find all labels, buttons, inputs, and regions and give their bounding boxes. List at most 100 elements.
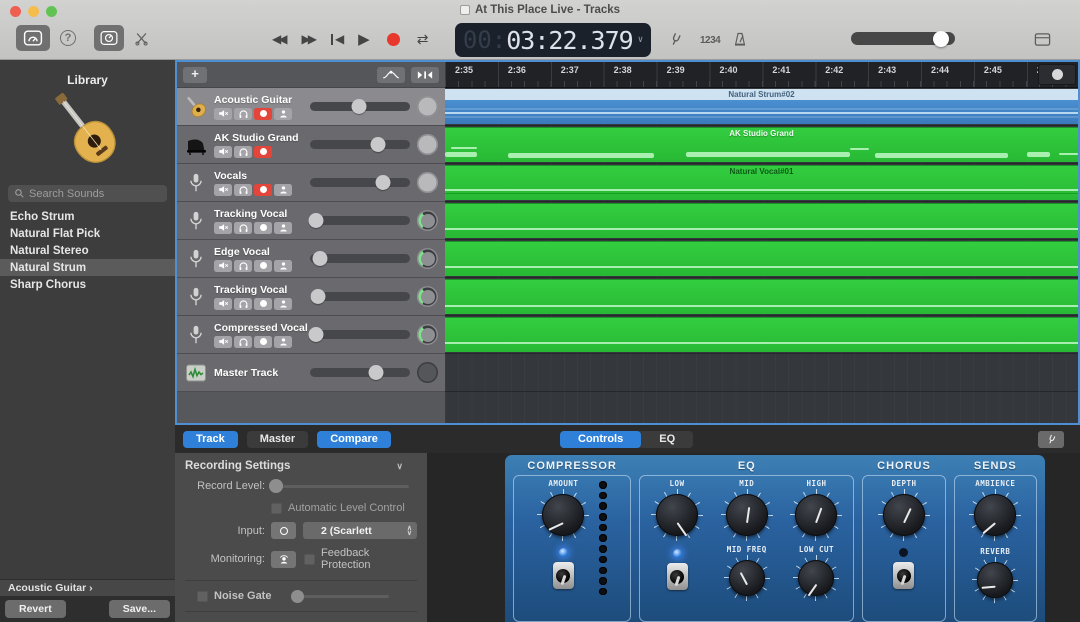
track-volume-slider[interactable] [310, 368, 410, 377]
add-track-button[interactable]: + [183, 67, 207, 83]
solo-button[interactable] [234, 108, 252, 120]
mute-button[interactable] [214, 336, 232, 348]
track-header-acoustic-guitar[interactable]: Acoustic Guitar [177, 88, 445, 126]
save-button[interactable]: Save... [109, 600, 170, 618]
input-monitoring-button[interactable] [274, 298, 292, 310]
volume-thumb[interactable] [311, 289, 326, 304]
metronome-button[interactable] [732, 31, 748, 48]
track-header-edge-vocal[interactable]: Edge Vocal [177, 240, 445, 278]
solo-button[interactable] [234, 146, 252, 158]
input-monitoring-button[interactable] [274, 336, 292, 348]
record-level-slider[interactable] [271, 485, 409, 488]
eq-toggle[interactable] [667, 563, 688, 590]
minimize-window-button[interactable] [28, 6, 39, 17]
audio-region[interactable] [445, 317, 1078, 352]
noise-gate-slider[interactable] [293, 595, 389, 598]
region-ak-studio-grand[interactable]: AK Studio Grand [445, 127, 1078, 162]
mute-button[interactable] [214, 108, 232, 120]
low-knob[interactable] [651, 489, 703, 541]
quick-help-button[interactable]: ? [58, 28, 78, 48]
track-volume-slider[interactable] [310, 140, 410, 149]
input-monitoring-button[interactable] [274, 222, 292, 234]
pan-knob[interactable] [417, 134, 438, 155]
volume-thumb[interactable] [376, 175, 391, 190]
input-monitoring-button[interactable] [274, 108, 292, 120]
record-enable-button[interactable] [254, 298, 272, 310]
volume-thumb[interactable] [371, 137, 386, 152]
zoom-window-button[interactable] [46, 6, 57, 17]
depth-knob[interactable] [878, 489, 930, 541]
record-enable-button[interactable] [254, 146, 272, 158]
mute-button[interactable] [214, 184, 232, 196]
noise-gate-thumb[interactable] [291, 590, 304, 603]
pan-knob[interactable] [417, 96, 438, 117]
record-enable-button[interactable] [254, 222, 272, 234]
patch-breadcrumb[interactable]: Acoustic Guitar › [0, 579, 175, 596]
tuner-button[interactable] [668, 31, 683, 48]
pan-knob[interactable] [417, 286, 438, 307]
track-header-ak-studio-grand[interactable]: AK Studio Grand [177, 126, 445, 164]
search-sounds-field[interactable]: Search Sounds [8, 185, 167, 202]
solo-button[interactable] [234, 298, 252, 310]
volume-thumb[interactable] [309, 327, 324, 342]
display-mode-button[interactable] [1034, 32, 1051, 47]
mute-button[interactable] [214, 146, 232, 158]
track-volume-slider[interactable] [310, 254, 410, 263]
close-window-button[interactable] [10, 6, 21, 17]
record-enable-button[interactable] [254, 108, 272, 120]
track-header-compressed-vocal[interactable]: Compressed Vocal [177, 316, 445, 354]
master-volume-slider[interactable] [851, 32, 955, 45]
solo-button[interactable] [234, 222, 252, 234]
mute-button[interactable] [214, 222, 232, 234]
volume-thumb[interactable] [369, 365, 384, 380]
time-display[interactable]: 00:03:22.379 ∨ [455, 23, 651, 57]
go-to-beginning-button[interactable]: ◀ [331, 33, 341, 45]
tuner-panel-button[interactable] [1038, 431, 1064, 448]
volume-thumb[interactable] [313, 251, 328, 266]
automation-button[interactable] [377, 67, 405, 83]
record-enable-button[interactable] [254, 336, 272, 348]
audio-region[interactable] [445, 241, 1078, 276]
horizontal-zoom-slider[interactable] [1038, 64, 1076, 85]
cycle-button[interactable]: ⇄ [417, 32, 429, 46]
compressor-toggle[interactable] [553, 562, 574, 589]
pan-knob[interactable] [417, 172, 438, 193]
record-button[interactable] [387, 33, 400, 46]
rewind-button[interactable]: ◀◀ [272, 33, 284, 45]
record-enable-button[interactable] [254, 260, 272, 272]
play-button[interactable]: ▶ [358, 32, 370, 47]
track-header-tracking-vocal[interactable]: Tracking Vocal [177, 202, 445, 240]
track-header-tracking-vocal-2[interactable]: Tracking Vocal [177, 278, 445, 316]
tab-controls[interactable]: Controls [560, 431, 641, 448]
pan-knob[interactable] [417, 324, 438, 345]
count-in-button[interactable]: 1234 [700, 35, 720, 46]
high-knob[interactable] [790, 489, 842, 541]
mid-knob[interactable] [721, 489, 773, 541]
input-monitoring-button[interactable] [274, 260, 292, 272]
volume-thumb[interactable] [309, 213, 324, 228]
region-natural-strum[interactable]: Natural Strum#02 [445, 89, 1078, 124]
mute-button[interactable] [214, 260, 232, 272]
library-button[interactable] [16, 25, 50, 51]
timeline-ruler[interactable]: 2:35 2:36 2:37 2:38 2:39 2:40 2:41 2:42 … [445, 62, 1078, 88]
solo-button[interactable] [234, 184, 252, 196]
record-enable-button[interactable] [254, 184, 272, 196]
ambience-knob[interactable] [969, 489, 1021, 541]
record-level-thumb[interactable] [269, 479, 283, 493]
input-source-select[interactable]: 2 (Scarlett ∧∨ [303, 522, 417, 539]
library-item[interactable]: Echo Strum [0, 208, 175, 225]
fast-forward-button[interactable]: ▶▶ [301, 33, 313, 45]
region-natural-vocal[interactable]: Natural Vocal#01 [445, 165, 1078, 200]
library-item[interactable]: Natural Flat Pick [0, 225, 175, 242]
noise-gate-checkbox[interactable] [197, 591, 208, 602]
audio-region[interactable] [445, 279, 1078, 314]
track-volume-slider[interactable] [310, 216, 410, 225]
tab-compare[interactable]: Compare [317, 431, 391, 448]
editors-button[interactable] [130, 27, 152, 49]
monitoring-button[interactable] [271, 551, 296, 568]
collapse-chevron-icon[interactable]: ∨ [396, 461, 403, 472]
reverb-knob[interactable] [972, 557, 1018, 603]
zoom-knob[interactable] [1052, 69, 1063, 80]
library-item-selected[interactable]: Natural Strum [0, 259, 175, 276]
tab-eq[interactable]: EQ [641, 431, 693, 448]
